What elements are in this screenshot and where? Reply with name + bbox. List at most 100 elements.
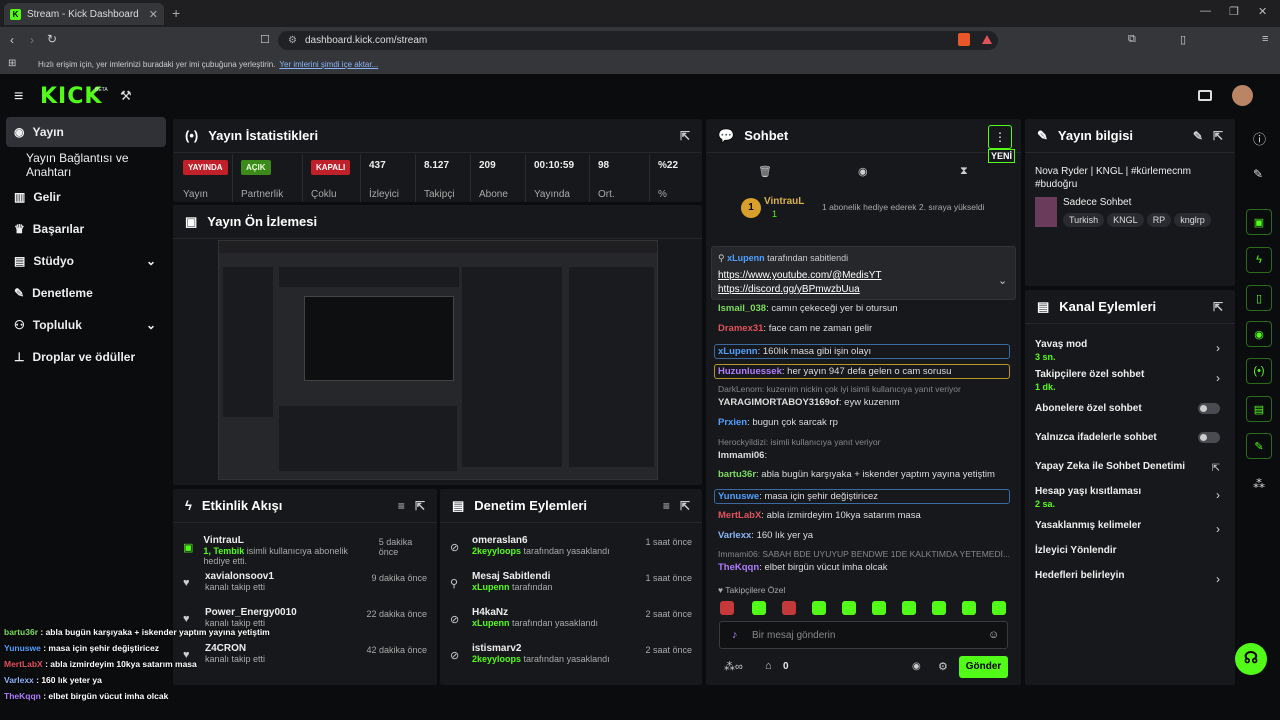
tag[interactable]: knglrp xyxy=(1174,213,1211,227)
rail-button-tools[interactable]: ✎ xyxy=(1246,433,1272,459)
tag[interactable]: Turkish xyxy=(1063,213,1105,227)
hamburger-icon[interactable]: ≡ xyxy=(14,88,23,106)
apps-grid-icon[interactable]: ⊞ xyxy=(8,58,16,69)
sidebar-item-basarilar[interactable]: ♛ Başarılar xyxy=(6,214,166,244)
import-bookmarks-link[interactable]: Yer imlerini şimdi içe aktar... xyxy=(279,60,378,69)
shop-icon[interactable]: ⌂ xyxy=(765,660,772,672)
kick-logo[interactable]: KICK xyxy=(40,84,102,109)
chat-message[interactable]: bartu36r: abla bugün karşıyaka + iskende… xyxy=(718,469,1018,480)
sidebar-item-studyo[interactable]: ▤ Stüdyo ⌄ xyxy=(6,246,166,276)
sidebar-item-stream-key[interactable]: Yayın Bağlantısı ve Anahtarı xyxy=(6,150,166,180)
sidebar-item-denetleme[interactable]: ✎ Denetleme xyxy=(6,278,166,308)
chat-message[interactable]: MertLabX: abla izmirdeyim 10kya satarım … xyxy=(718,510,1018,521)
brave-shield-icon[interactable] xyxy=(958,33,970,46)
popout-icon[interactable]: ⇱ xyxy=(1213,300,1223,314)
support-icon[interactable]: ☊ xyxy=(1235,643,1267,675)
chat-username[interactable]: MertLabX xyxy=(718,510,761,521)
set-goals-item[interactable]: Hedefleri belirleyin › xyxy=(1035,570,1220,586)
rail-button-screenshot[interactable]: ▣ xyxy=(1246,209,1272,235)
extensions-icon[interactable]: ⧉ xyxy=(1128,33,1136,46)
emote-icon[interactable] xyxy=(782,601,796,615)
points-icon[interactable]: ⁂∞ xyxy=(724,660,743,673)
sidebar-item-topluluk[interactable]: ⚇ Topluluk ⌄ xyxy=(6,310,166,340)
chat-username[interactable]: Dramex31 xyxy=(718,323,763,334)
mic-icon[interactable]: ♪ xyxy=(732,629,738,641)
popout-icon[interactable]: ⇱ xyxy=(415,499,425,513)
emote-icon[interactable] xyxy=(932,601,946,615)
pinned-link-discord[interactable]: https://discord.gg/yBPmwzbUua xyxy=(718,284,860,295)
chat-username[interactable]: TheKqqn xyxy=(718,562,759,573)
chat-username[interactable]: Ismail_038 xyxy=(718,303,766,314)
restore-icon[interactable]: ❐ xyxy=(1229,5,1239,18)
emote-icon[interactable] xyxy=(992,601,1006,615)
chat-message[interactable]: xLupenn: 160lık masa gibi işin olayı xyxy=(714,344,1010,359)
edit-icon[interactable]: ✎ xyxy=(1193,129,1203,143)
emoji-icon[interactable]: ☺ xyxy=(988,629,999,641)
chat-username[interactable]: Huzunluessek xyxy=(718,366,782,377)
send-button[interactable]: Gönder xyxy=(959,656,1008,678)
chat-menu-button[interactable]: ⋮ xyxy=(988,125,1012,149)
chat-settings-bubble-icon[interactable]: ◉ xyxy=(912,661,921,672)
avatar[interactable] xyxy=(1232,85,1253,106)
tools-icon[interactable]: ⚒ xyxy=(120,88,132,104)
sidebar-item-gelir[interactable]: ▥ Gelir xyxy=(6,182,166,212)
community-icon[interactable]: ⁂ xyxy=(1253,477,1265,491)
category-thumbnail[interactable] xyxy=(1035,197,1057,227)
minimize-icon[interactable]: — xyxy=(1200,5,1211,17)
chat-message[interactable]: Ismail_038: camın çekeceği yer bi otursu… xyxy=(718,303,1018,314)
redirect-viewers-item[interactable]: İzleyici Yönlendir xyxy=(1035,545,1220,556)
chat-username[interactable]: Yunuswe xyxy=(718,491,759,502)
chat-username[interactable]: Prxien xyxy=(718,417,747,428)
filter-icon[interactable]: ≡ xyxy=(663,499,670,513)
hourglass-icon[interactable]: ⧗ xyxy=(960,165,968,178)
chat-message[interactable]: Huzunluessek: her yayın 947 defa gelen o… xyxy=(714,364,1010,379)
rail-button-broadcast[interactable]: (•) xyxy=(1246,358,1272,384)
rail-button-moderation[interactable]: ▤ xyxy=(1246,396,1272,422)
back-icon[interactable]: ‹ xyxy=(10,33,14,47)
emote-icon[interactable] xyxy=(720,601,734,615)
new-tab-icon[interactable]: + xyxy=(172,5,180,21)
chat-username[interactable]: Immami06 xyxy=(718,450,764,461)
dashboard-icon[interactable] xyxy=(1198,90,1212,101)
expand-pinned-icon[interactable]: ⌄ xyxy=(998,274,1007,287)
chat-username[interactable]: Varlexx xyxy=(718,530,751,541)
tag[interactable]: RP xyxy=(1146,213,1172,227)
banned-words-item[interactable]: Yasaklanmış kelimeler › xyxy=(1035,520,1220,536)
chat-message[interactable]: YARAGIMORTABOY3169of: eyw kuzenım xyxy=(718,397,1018,408)
chat-message[interactable]: Varlexx: 160 lık yer ya xyxy=(718,530,1018,541)
emote-icon[interactable] xyxy=(752,601,766,615)
site-info-icon[interactable]: ⚙ xyxy=(288,35,297,46)
bookmark-icon[interactable]: ☐ xyxy=(260,33,270,46)
filter-icon[interactable]: ≡ xyxy=(398,499,405,513)
tag[interactable]: KNGL xyxy=(1107,213,1144,227)
menu-icon[interactable]: ≡ xyxy=(1262,33,1268,45)
chat-message[interactable]: Prxien: bugun çok sarcak rp xyxy=(718,417,1018,428)
emote-icon[interactable] xyxy=(842,601,856,615)
popout-icon[interactable]: ⇱ xyxy=(680,499,690,513)
rewards-icon[interactable] xyxy=(982,35,992,44)
browser-tab[interactable]: K Stream - Kick Dashboard ✕ xyxy=(4,3,164,25)
emote-icon[interactable] xyxy=(872,601,886,615)
settings-gear-icon[interactable]: ⚙ xyxy=(938,660,948,673)
emotes-chat-toggle[interactable] xyxy=(1198,432,1220,443)
rail-button-bolt[interactable]: ϟ xyxy=(1246,247,1272,273)
popout-icon[interactable]: ⇱ xyxy=(1213,129,1223,143)
chat-bubble-icon[interactable]: ◉ xyxy=(858,165,868,178)
emote-icon[interactable] xyxy=(902,601,916,615)
rail-button-chat[interactable]: ◉ xyxy=(1246,321,1272,347)
forward-icon[interactable]: › xyxy=(30,33,34,47)
chat-username[interactable]: xLupenn xyxy=(718,346,758,357)
emote-icon[interactable] xyxy=(812,601,826,615)
reload-icon[interactable]: ↻ xyxy=(47,32,57,46)
chat-message[interactable]: Yunuswe: masa için şehir değiştiricez xyxy=(714,489,1010,504)
tab-close-icon[interactable]: ✕ xyxy=(149,8,158,21)
slow-mode-item[interactable]: Yavaş mod 3 sn. › xyxy=(1035,339,1220,362)
stream-preview-video[interactable] xyxy=(218,240,658,480)
trash-icon[interactable]: 🗑 xyxy=(758,165,772,178)
popout-icon[interactable]: ⇱ xyxy=(680,129,690,143)
pinned-link-youtube[interactable]: https://www.youtube.com/@MedisYT xyxy=(718,270,882,281)
chat-message[interactable]: Dramex31: face cam ne zaman gelir xyxy=(718,323,1018,334)
chat-username[interactable]: bartu36r xyxy=(718,469,756,480)
ai-moderation-item[interactable]: Yapay Zeka ile Sohbet Denetimi ⇱ xyxy=(1035,461,1220,474)
sidebar-item-droplar[interactable]: ⊥ Droplar ve ödüller xyxy=(6,342,166,372)
